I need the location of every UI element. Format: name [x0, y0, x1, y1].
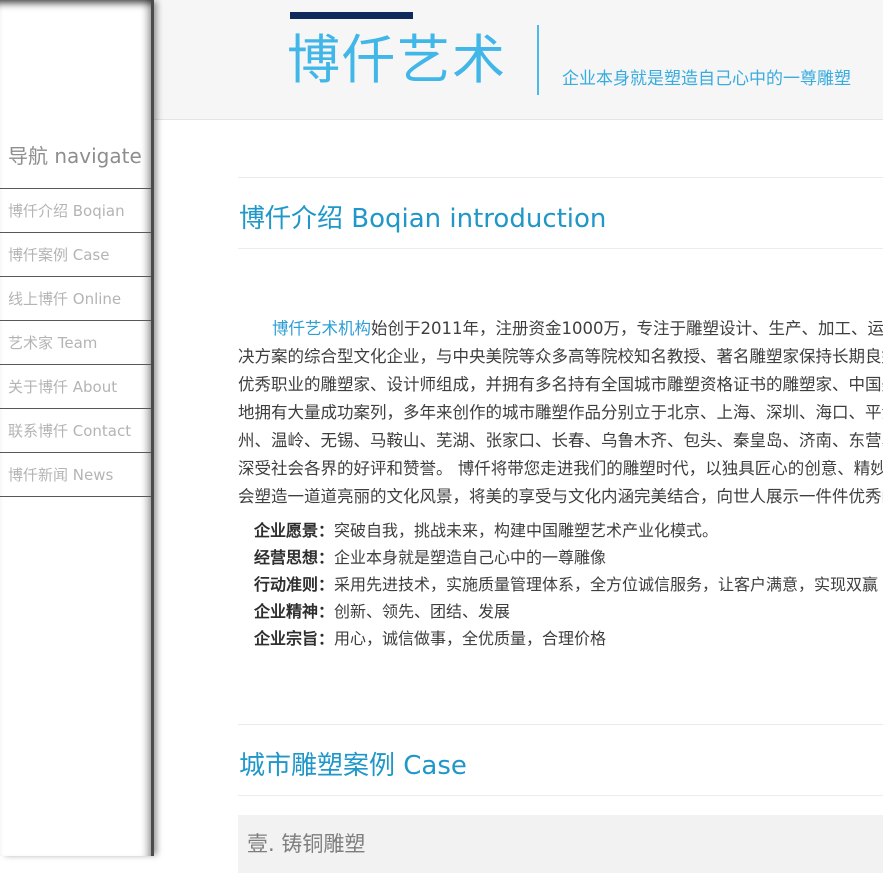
value-text: 创新、领先、团结、发展 [334, 602, 510, 621]
paragraph-line: 会塑造一道道亮丽的文化风景，将美的享受与文化内涵完美结合，向世人展示一件件优秀的… [238, 483, 883, 511]
value-label: 企业宗旨： [254, 629, 334, 648]
value-item-spirit: 企业精神：创新、领先、团结、发展 [254, 598, 883, 625]
paragraph-line: 深受社会各界的好评和赞誉。 博仟将带您走进我们的雕塑时代，以独具匠心的创意、精妙… [238, 455, 883, 483]
paragraph-line: 决方案的综合型文化企业，与中央美院等众多高等院校知名教授、著名雕塑家保持长期良好… [238, 343, 883, 371]
paragraph-line: 博仟艺术机构始创于2011年，注册资金1000万，专注于雕塑设计、生产、加工、运… [238, 315, 883, 343]
intro-section-heading: 博仟介绍 Boqian introduction [238, 198, 883, 249]
paragraph-line-text: 始创于2011年，注册资金1000万，专注于雕塑设计、生产、加工、运输、安装 [371, 319, 883, 338]
paragraph-line: 地拥有大量成功案列，多年来创作的城市雕塑作品分别立于北京、上海、深圳、海口、平潭… [238, 399, 883, 427]
sidebar: 导航 navigate 博仟介绍 Boqian 博仟案例 Case 线上博仟 O… [0, 0, 154, 856]
sidebar-item-case[interactable]: 博仟案例 Case [0, 233, 151, 277]
paragraph-line: 州、温岭、无锡、马鞍山、芜湖、张家口、长春、乌鲁木齐、包头、秦皇岛、济南、东营、… [238, 427, 883, 455]
value-item-principle: 行动准则：采用先进技术，实施质量管理体系，全方位诚信服务，让客户满意，实现双赢 [254, 571, 883, 598]
case-section: 城市雕塑案例 Case 壹. 铸铜雕塑 [238, 724, 883, 873]
value-item-philosophy: 经营思想：企业本身就是塑造自己心中的一尊雕像 [254, 544, 883, 571]
case-category-bar-bronze[interactable]: 壹. 铸铜雕塑 [238, 815, 883, 873]
case-section-heading: 城市雕塑案例 Case [238, 745, 883, 796]
value-text: 企业本身就是塑造自己心中的一尊雕像 [334, 548, 606, 567]
site-tagline: 企业本身就是塑造自己心中的一尊雕塑 [562, 64, 851, 89]
value-text: 突破自我，挑战未来，构建中国雕塑艺术产业化模式。 [334, 521, 718, 540]
sidebar-nav: 博仟介绍 Boqian 博仟案例 Case 线上博仟 Online 艺术家 Te… [0, 189, 151, 497]
value-text: 用心，诚信做事，全优质量，合理价格 [334, 629, 606, 648]
value-label: 企业精神： [254, 602, 334, 621]
sidebar-item-team[interactable]: 艺术家 Team [0, 321, 151, 365]
sidebar-item-about[interactable]: 关于博仟 About [0, 365, 151, 409]
sidebar-item-boqian[interactable]: 博仟介绍 Boqian [0, 189, 151, 233]
value-label: 行动准则： [254, 575, 334, 594]
sidebar-item-contact[interactable]: 联系博仟 Contact [0, 409, 151, 453]
value-item-vision: 企业愿景：突破自我，挑战未来，构建中国雕塑艺术产业化模式。 [254, 517, 883, 544]
intro-section: 博仟介绍 Boqian introduction 博仟艺术机构始创于2011年，… [238, 177, 883, 652]
paragraph-line: 优秀职业的雕塑家、设计师组成，并拥有多名持有全国城市雕塑资格证书的雕塑家、中国美… [238, 371, 883, 399]
value-text: 采用先进技术，实施质量管理体系，全方位诚信服务，让客户满意，实现双赢 [334, 575, 878, 594]
sidebar-title: 导航 navigate [0, 140, 151, 189]
logo-divider-line [537, 25, 539, 95]
sidebar-item-online[interactable]: 线上博仟 Online [0, 277, 151, 321]
boqian-org-link[interactable]: 博仟艺术机构 [272, 319, 371, 338]
value-label: 企业愿景： [254, 521, 334, 540]
company-values-list: 企业愿景：突破自我，挑战未来，构建中国雕塑艺术产业化模式。 经营思想：企业本身就… [254, 517, 883, 652]
main-area: 博仟艺术 企业本身就是塑造自己心中的一尊雕塑 博仟介绍 Boqian intro… [154, 0, 883, 856]
intro-paragraph: 博仟艺术机构始创于2011年，注册资金1000万，专注于雕塑设计、生产、加工、运… [238, 315, 883, 511]
sidebar-item-news[interactable]: 博仟新闻 News [0, 453, 151, 497]
value-label: 经营思想： [254, 548, 334, 567]
site-header: 博仟艺术 企业本身就是塑造自己心中的一尊雕塑 [154, 0, 883, 120]
value-item-purpose: 企业宗旨：用心，诚信做事，全优质量，合理价格 [254, 625, 883, 652]
site-logo: 博仟艺术 [287, 18, 507, 94]
page-content: 博仟介绍 Boqian introduction 博仟艺术机构始创于2011年，… [238, 177, 883, 873]
